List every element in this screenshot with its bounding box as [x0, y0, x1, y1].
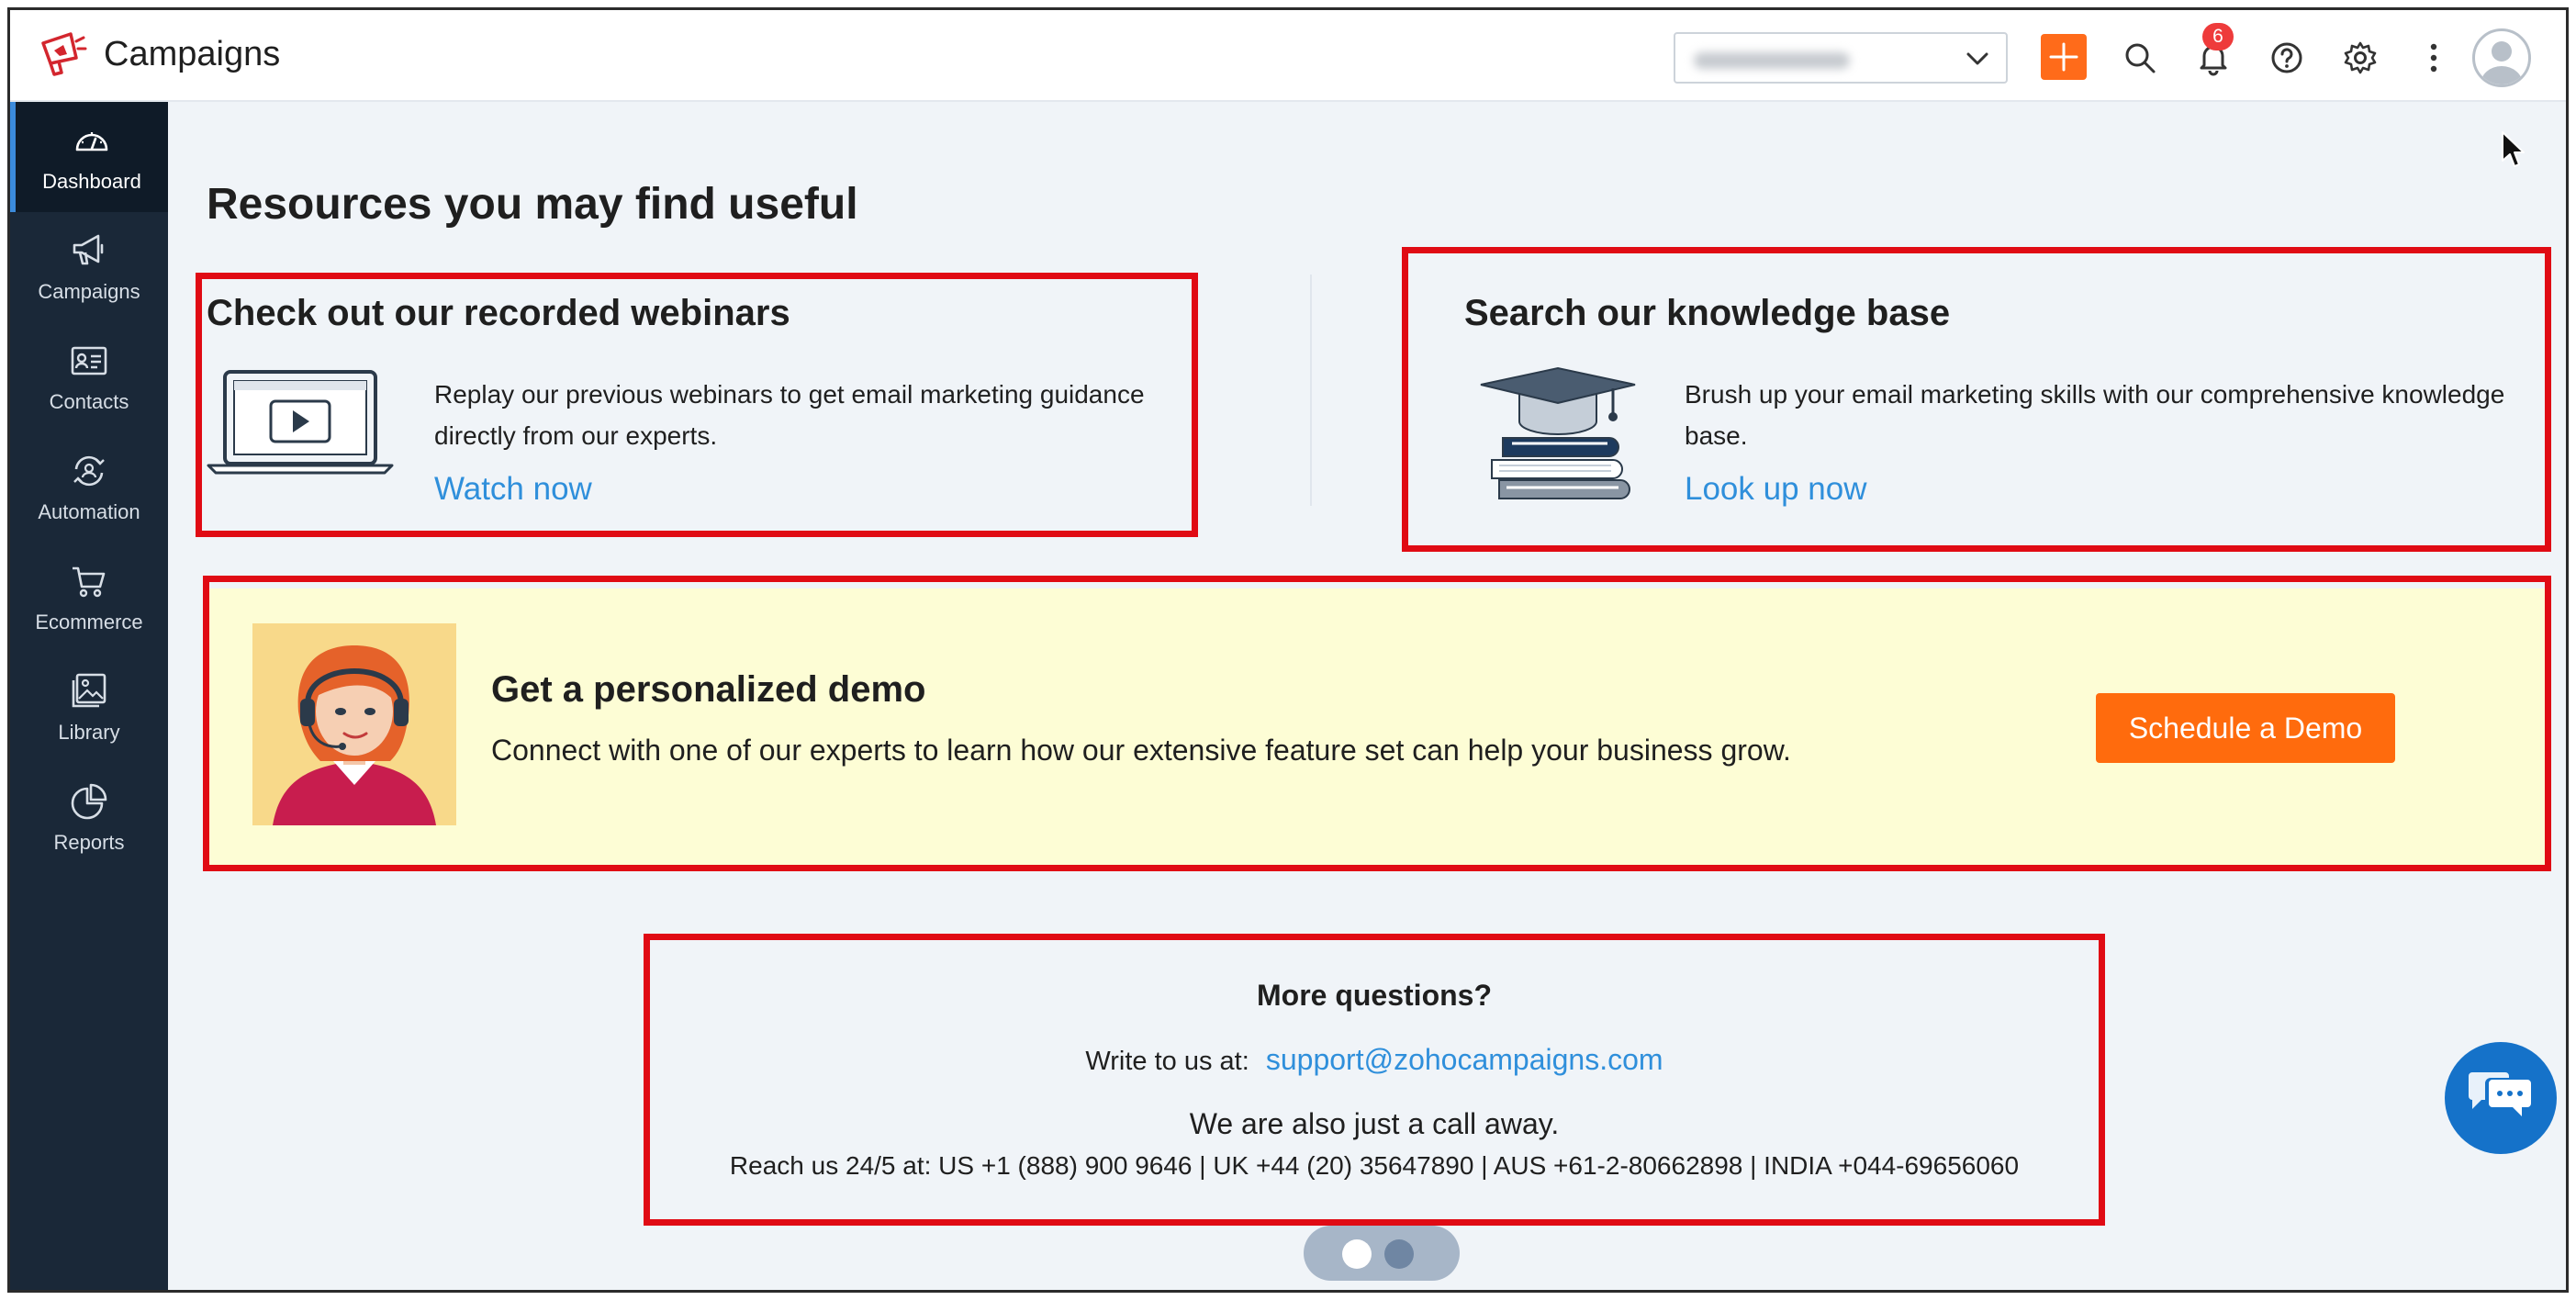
pager-dot-2[interactable] — [1384, 1239, 1414, 1269]
more-vertical-icon — [2430, 43, 2437, 73]
dashboard-gauge-icon — [75, 132, 108, 151]
mouse-cursor-icon — [2502, 131, 2525, 167]
pie-chart-icon — [71, 783, 107, 820]
call-away-text: We are also just a call away. — [1189, 1107, 1560, 1140]
add-icon — [2049, 42, 2078, 72]
contact-card-icon — [71, 346, 107, 375]
demo-description: Connect with one of our experts to learn… — [491, 734, 1791, 767]
app-window: Campaigns 6 Dashboard Campaigns Contacts… — [7, 7, 2569, 1293]
knowledge-title: Search our knowledge base — [1464, 293, 1951, 333]
sidebar: Dashboard Campaigns Contacts Automation … — [10, 102, 168, 1290]
schedule-demo-button[interactable]: Schedule a Demo — [2096, 693, 2395, 763]
sidebar-item-label: Campaigns — [38, 280, 140, 303]
sidebar-item-reports[interactable]: Reports — [10, 763, 168, 873]
library-image-icon — [72, 673, 106, 708]
laptop-video-icon — [207, 370, 394, 475]
webinars-description: Replay our previous webinars to get emai… — [434, 380, 1145, 450]
carousel-pager — [1304, 1226, 1460, 1281]
quick-add-button[interactable] — [2041, 34, 2087, 80]
sidebar-item-label: Automation — [38, 500, 140, 523]
megaphone-icon — [73, 234, 104, 265]
user-avatar-icon — [2481, 41, 2523, 84]
sidebar-item-contacts[interactable]: Contacts — [10, 322, 168, 432]
more-questions-box: More questions? Write to us at: support@… — [644, 934, 2105, 1226]
sidebar-item-dashboard[interactable]: Dashboard — [10, 102, 168, 212]
support-agent-illustration — [252, 623, 456, 825]
books-graduation-cap-icon — [1480, 366, 1636, 499]
brand[interactable]: Campaigns — [39, 30, 280, 78]
more-options-button[interactable] — [2412, 36, 2456, 80]
write-to-us-row: Write to us at: support@zohocampaigns.co… — [650, 1043, 2099, 1077]
search-icon — [2125, 43, 2156, 73]
cart-icon — [73, 566, 106, 598]
sidebar-item-label: Dashboard — [42, 170, 141, 193]
sidebar-item-library[interactable]: Library — [10, 653, 168, 763]
sidebar-item-label: Reports — [53, 831, 125, 854]
organization-select[interactable] — [1674, 32, 2008, 84]
chat-support-button[interactable] — [2445, 1042, 2557, 1154]
watch-now-link[interactable]: Watch now — [434, 471, 592, 508]
support-email-link[interactable]: support@zohocampaigns.com — [1266, 1043, 1663, 1076]
automation-icon — [73, 455, 105, 487]
webinars-title: Check out our recorded webinars — [207, 293, 790, 333]
main-content: Resources you may find useful Check out … — [168, 102, 2566, 1290]
sidebar-item-label: Ecommerce — [35, 611, 143, 633]
search-button[interactable] — [2118, 36, 2162, 80]
org-name-blurred — [1694, 52, 1850, 69]
phone-numbers-text: Reach us 24/5 at: US +1 (888) 900 9646 |… — [729, 1151, 2020, 1180]
sidebar-item-label: Contacts — [49, 390, 129, 413]
user-avatar[interactable] — [2472, 28, 2531, 87]
top-bar: Campaigns 6 — [10, 10, 2566, 102]
look-up-now-link[interactable]: Look up now — [1685, 471, 1866, 508]
demo-title: Get a personalized demo — [491, 669, 926, 710]
pager-dot-1[interactable] — [1342, 1239, 1372, 1269]
resources-heading: Resources you may find useful — [207, 180, 858, 229]
gear-icon — [2344, 41, 2377, 74]
chat-bubbles-icon — [2469, 1072, 2531, 1116]
help-button[interactable] — [2265, 36, 2309, 80]
knowledge-description: Brush up your email marketing skills wit… — [1685, 380, 2505, 450]
chevron-down-icon — [1966, 52, 1988, 65]
sidebar-item-label: Library — [58, 721, 120, 744]
notification-count-badge: 6 — [2202, 23, 2234, 50]
write-to-us-label: Write to us at: — [1085, 1047, 1249, 1076]
settings-button[interactable] — [2338, 36, 2382, 80]
sidebar-item-ecommerce[interactable]: Ecommerce — [10, 543, 168, 653]
campaigns-logo-icon — [41, 32, 87, 76]
more-questions-title: More questions? — [1256, 979, 1492, 1012]
card-divider — [1310, 275, 1312, 506]
sidebar-item-automation[interactable]: Automation — [10, 432, 168, 543]
support-agent-icon — [252, 623, 456, 825]
app-title: Campaigns — [104, 34, 281, 73]
help-icon — [2271, 42, 2302, 73]
sidebar-item-campaigns[interactable]: Campaigns — [10, 212, 168, 322]
